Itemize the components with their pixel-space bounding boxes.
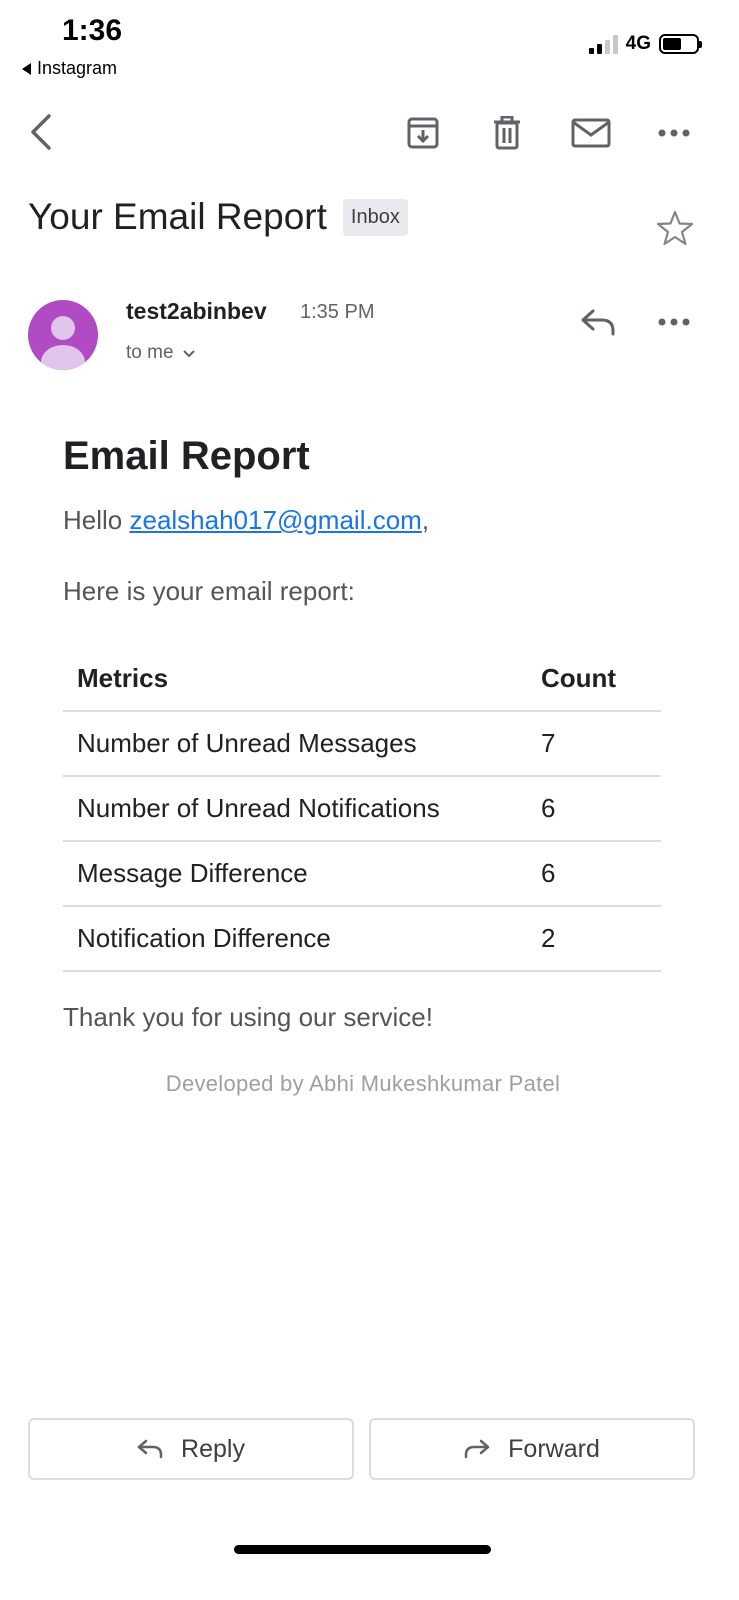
greeting-suffix: , [421,505,430,535]
email-subject: Your Email Report [28,196,327,237]
network-type: 4G [625,33,651,54]
battery-icon [659,34,702,54]
back-icon [31,114,51,150]
delete-button[interactable] [489,114,525,152]
forward-icon [464,1439,490,1459]
star-button[interactable] [656,210,694,251]
email-screen: 1:36 Instagram 4G Your Email Report Inbo… [0,0,739,1600]
reply-icon [137,1439,163,1459]
greeting-prefix: Hello [63,505,130,535]
recipient-email-link[interactable]: zealshah017@gmail.com [129,505,421,535]
back-button[interactable] [20,110,60,154]
greeting: Hello zealshah017@gmail.com, [63,505,663,536]
table-header-count: Count [539,645,661,712]
metric-count: 2 [539,906,661,972]
metric-name: Number of Unread Messages [63,711,539,777]
reply-button[interactable]: Reply [28,1418,354,1480]
metric-count: 6 [539,776,661,842]
chevron-down-icon [182,349,195,357]
metric-name: Number of Unread Notifications [63,776,539,842]
back-app-label: Instagram [37,58,118,78]
metric-count: 7 [539,711,661,777]
forward-label: Forward [508,1434,600,1463]
back-to-app-link[interactable]: Instagram [22,58,117,79]
metrics-table: Metrics Count Number of Unread Messages … [63,645,661,972]
status-time: 1:36 [62,14,123,47]
metric-count: 6 [539,841,661,907]
message-more-options-button[interactable] [656,309,692,335]
person-icon [41,316,85,370]
forward-button[interactable]: Forward [369,1418,695,1480]
archive-button[interactable] [404,114,442,152]
star-icon [656,210,694,246]
metric-name: Notification Difference [63,906,539,972]
sender-name: test2abinbev [126,298,267,324]
table-row: Message Difference 6 [63,841,661,907]
delete-icon [494,116,520,150]
email-body: Email Report Hello zealshah017@gmail.com… [63,434,663,1097]
reply-icon-button[interactable] [578,304,618,340]
intro-text: Here is your email report: [63,576,355,606]
report-title: Email Report [63,434,310,478]
table-header-metrics: Metrics [63,645,539,712]
developer-credit: Developed by Abhi Mukeshkumar Patel [165,1071,561,1096]
table-row: Notification Difference 2 [63,906,661,972]
home-indicator[interactable] [234,1545,491,1554]
metric-name: Message Difference [63,841,539,907]
mark-unread-button[interactable] [570,116,612,150]
recipient-label: to me [126,342,174,363]
inbox-label-chip[interactable]: Inbox [342,198,408,236]
more-icon [658,318,690,326]
recipient-details-toggle[interactable]: to me [126,342,196,364]
table-row: Number of Unread Notifications 6 [63,776,661,842]
status-indicators: 4G [588,33,702,55]
mark-unread-icon [571,118,611,148]
more-options-button[interactable] [656,120,692,146]
signal-icon [588,34,618,54]
reply-icon [581,309,615,336]
table-row: Number of Unread Messages 7 [63,711,661,777]
reply-label: Reply [181,1434,245,1463]
email-time: 1:35 PM [300,301,375,323]
more-icon [658,129,690,137]
back-triangle-icon [22,62,31,75]
table-header-row: Metrics Count [63,645,661,712]
avatar[interactable] [28,300,98,370]
subject-row: Your Email Report Inbox [28,196,408,238]
archive-icon [407,117,439,149]
thanks-text: Thank you for using our service! [63,1002,433,1032]
